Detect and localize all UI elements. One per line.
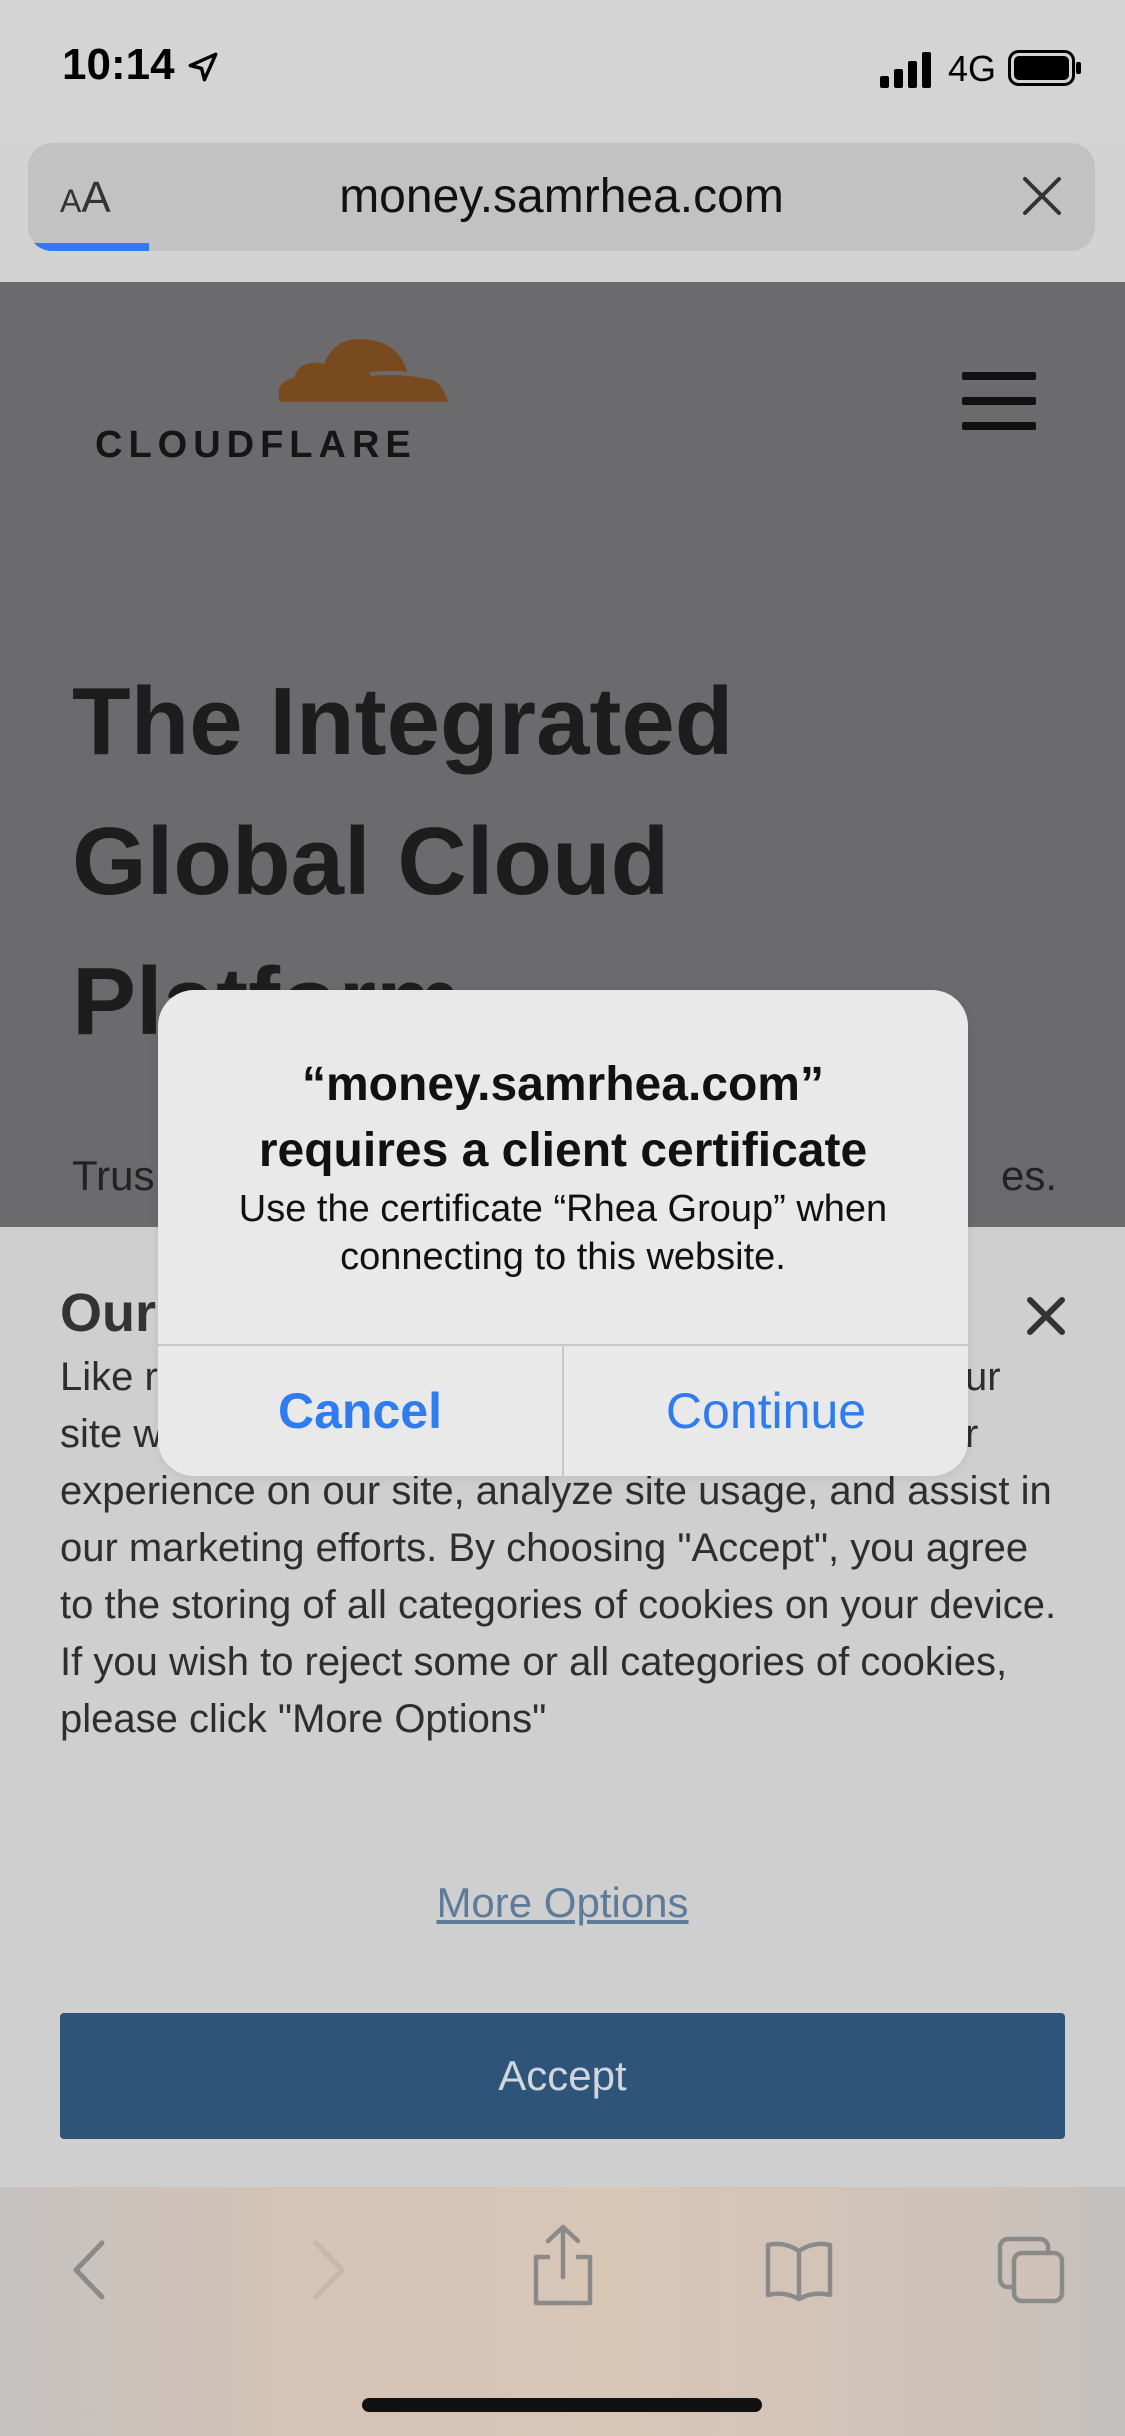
trust-text-right: es. — [1000, 1152, 1057, 1199]
alert-title-line: “money.samrhea.com” — [302, 1058, 824, 1111]
hero-line: The Integrated — [72, 668, 734, 775]
stop-loading-icon[interactable] — [1017, 171, 1067, 221]
more-options-link[interactable]: More Options — [0, 1879, 1125, 1927]
accept-button[interactable]: Accept — [60, 2013, 1065, 2139]
battery-icon — [1008, 50, 1081, 86]
cloudflare-cloud-icon — [278, 339, 448, 402]
continue-button[interactable]: Continue — [564, 1346, 968, 1476]
home-indicator[interactable] — [362, 2398, 762, 2412]
back-icon[interactable] — [58, 2235, 128, 2305]
tabs-icon[interactable] — [996, 2235, 1066, 2305]
hero-line: Global Cloud — [72, 808, 670, 915]
cancel-button[interactable]: Cancel — [158, 1346, 562, 1476]
share-icon[interactable] — [528, 2223, 598, 2307]
page-load-progress — [32, 243, 149, 251]
cellular-signal-icon — [880, 52, 931, 88]
location-arrow-icon — [188, 52, 218, 82]
client-certificate-alert: “money.samrhea.com” requires a client ce… — [158, 990, 968, 1476]
cookie-banner-title: Our — [60, 1283, 157, 1343]
alert-title: “money.samrhea.com” requires a client ce… — [158, 1052, 968, 1184]
forward-icon[interactable] — [290, 2235, 360, 2305]
cloudflare-logo-text: CLOUDFLARE — [95, 424, 417, 466]
alert-title-line: requires a client certificate — [258, 1124, 868, 1177]
status-bar: 10:14 4G — [0, 0, 1125, 140]
status-time: 10:14 — [62, 40, 175, 89]
menu-icon[interactable] — [962, 372, 1036, 430]
cookie-text-fragment: ur — [965, 1355, 1001, 1399]
bookmarks-icon[interactable] — [764, 2235, 834, 2305]
alert-message: Use the certificate “Rhea Group” when co… — [238, 1188, 888, 1278]
cookie-text-rest: experience on our site, analyze site usa… — [60, 1469, 1057, 1741]
network-type: 4G — [948, 48, 997, 89]
address-bar[interactable]: AA money.samrhea.com — [28, 143, 1095, 251]
trust-text-left: Trus — [72, 1152, 155, 1199]
cookie-text-fragment: site w — [60, 1412, 163, 1456]
close-icon[interactable] — [1024, 1294, 1068, 1338]
url-text[interactable]: money.samrhea.com — [28, 169, 1095, 224]
cookie-text-fragment: Like r — [60, 1355, 158, 1399]
